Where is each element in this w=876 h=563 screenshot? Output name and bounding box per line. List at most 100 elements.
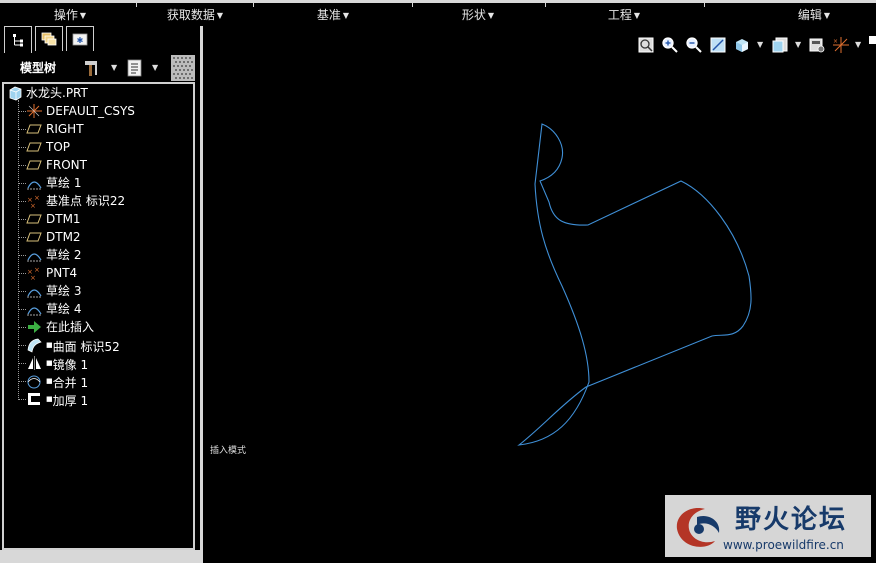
insert-here-arrow-icon [28, 321, 41, 333]
surface-icon [27, 338, 42, 353]
menu-separator [704, 3, 705, 7]
tree-item-label: 草绘 4 [46, 302, 82, 316]
menu-label: 工程 [607, 8, 632, 22]
tree-connector [18, 129, 26, 130]
navigator-tabs: ✱ [2, 26, 202, 53]
menu-separator [253, 3, 254, 7]
watermark-url: www.proewildfire.cn [723, 538, 844, 552]
tree-connector [18, 345, 26, 346]
tree-item-label: 在此插入 [46, 320, 95, 334]
watermark-title: 野火论坛 [735, 505, 848, 535]
tree-item-label: 草绘 3 [46, 284, 82, 298]
menu-operations[interactable]: 操作 ▼ [30, 6, 110, 24]
model-tree: 水龙头.PRT DEFAULT_CSYS RIGHT TOP FRONT 草绘 … [2, 82, 195, 550]
sketch-icon [27, 253, 42, 262]
tree-connector [18, 100, 19, 400]
menu-separator [412, 3, 413, 7]
sketch-icon [27, 181, 42, 190]
datum-plane-icon [26, 124, 42, 134]
caret-down-icon[interactable]: ▼ [111, 63, 117, 72]
model-tree-toolbar: 模型树 ▼ ▼ [0, 54, 198, 82]
tree-item-label: ■曲面 标识52 [46, 340, 120, 354]
tree-connector [18, 363, 26, 364]
svg-text:×: × [34, 266, 40, 274]
tree-item-text: 合并 1 [52, 376, 89, 390]
tree-item-label: PNT4 [46, 266, 78, 280]
tree-item-label: FRONT [46, 158, 87, 172]
svg-text:✱: ✱ [77, 36, 84, 45]
caret-down-icon: ▼ [342, 11, 350, 20]
sketch-icon [27, 289, 42, 298]
tab-model-tree[interactable] [4, 26, 32, 53]
graphics-viewport[interactable]: ▼ ▼ × ▼ [203, 26, 876, 563]
model-curve [517, 123, 752, 446]
insert-mode-label: 插入模式 [210, 446, 247, 456]
datum-plane-icon [26, 214, 42, 224]
datum-point-icon: × ×× [27, 266, 40, 281]
tree-connector [18, 309, 26, 310]
svg-text:×: × [34, 194, 40, 202]
menu-engineering[interactable]: 工程 ▼ [584, 6, 664, 24]
menu-edit[interactable]: 编辑 ▼ [774, 6, 854, 24]
tree-connector [18, 147, 26, 148]
caret-down-icon: ▼ [79, 11, 87, 20]
tab-layers[interactable] [35, 26, 63, 51]
menu-shapes[interactable]: 形状 ▼ [438, 6, 518, 24]
menu-separator [136, 3, 137, 7]
tree-connector [18, 327, 26, 328]
tree-item-label: 基准点 标识22 [46, 194, 126, 208]
forum-logo-icon [676, 508, 720, 547]
menu-datum[interactable]: 基准 ▼ [293, 6, 373, 24]
tree-connector [18, 273, 26, 274]
tools-icon[interactable] [82, 58, 102, 78]
tree-item-label: DEFAULT_CSYS [46, 104, 135, 118]
menu-label: 操作 [53, 8, 78, 22]
tree-connector [18, 111, 26, 112]
tree-connector [18, 291, 26, 292]
tree-item-label: RIGHT [46, 122, 84, 136]
status-bar [0, 550, 203, 563]
mirror-icon [28, 356, 41, 370]
menu-label: 形状 [461, 8, 486, 22]
tree-item-label: DTM2 [46, 230, 81, 244]
tree-item-label: 草绘 2 [46, 248, 82, 262]
tree-item-label: TOP [46, 140, 71, 154]
tree-item-text: 曲面 标识52 [52, 340, 120, 354]
tree-item-text: 镜像 1 [52, 358, 89, 372]
settings-list-icon[interactable] [125, 58, 145, 78]
tree-item-text: 加厚 1 [52, 394, 89, 408]
tree-connector [18, 201, 26, 202]
merge-icon [27, 375, 41, 389]
sketch-icon [27, 307, 42, 316]
tree-connector [18, 399, 26, 400]
tree-item-label: ■合并 1 [46, 376, 89, 390]
tab-favorites[interactable]: ✱ [66, 26, 94, 51]
faucet-profile-curve [517, 123, 752, 446]
tree-item-label: 草绘 1 [46, 176, 82, 190]
model-tree-icon [13, 34, 23, 47]
tree-connector [18, 219, 26, 220]
menu-label: 编辑 [797, 8, 822, 22]
menu-label: 获取数据 [166, 8, 215, 22]
tree-connector [18, 237, 26, 238]
svg-text:×: × [30, 274, 36, 281]
datum-point-icon: × ×× [27, 194, 40, 209]
model-tree-title: 模型树 [20, 61, 57, 75]
caret-down-icon: ▼ [823, 11, 831, 20]
filter-pattern-icon[interactable] [171, 55, 195, 81]
svg-text:×: × [30, 202, 36, 209]
part-icon [9, 86, 22, 101]
menu-get-data[interactable]: 获取数据 ▼ [150, 6, 240, 24]
datum-plane-icon [26, 142, 42, 152]
caret-down-icon: ▼ [216, 11, 224, 20]
caret-down-icon: ▼ [487, 11, 495, 20]
tree-connector [18, 183, 26, 184]
caret-down-icon[interactable]: ▼ [152, 63, 158, 72]
tree-connector [18, 255, 26, 256]
csys-icon [27, 104, 42, 118]
tree-connector [18, 381, 26, 382]
datum-plane-icon [26, 232, 42, 242]
tree-root-label: 水龙头.PRT [26, 86, 88, 100]
tree-connector [18, 165, 26, 166]
datum-plane-icon [26, 160, 42, 170]
